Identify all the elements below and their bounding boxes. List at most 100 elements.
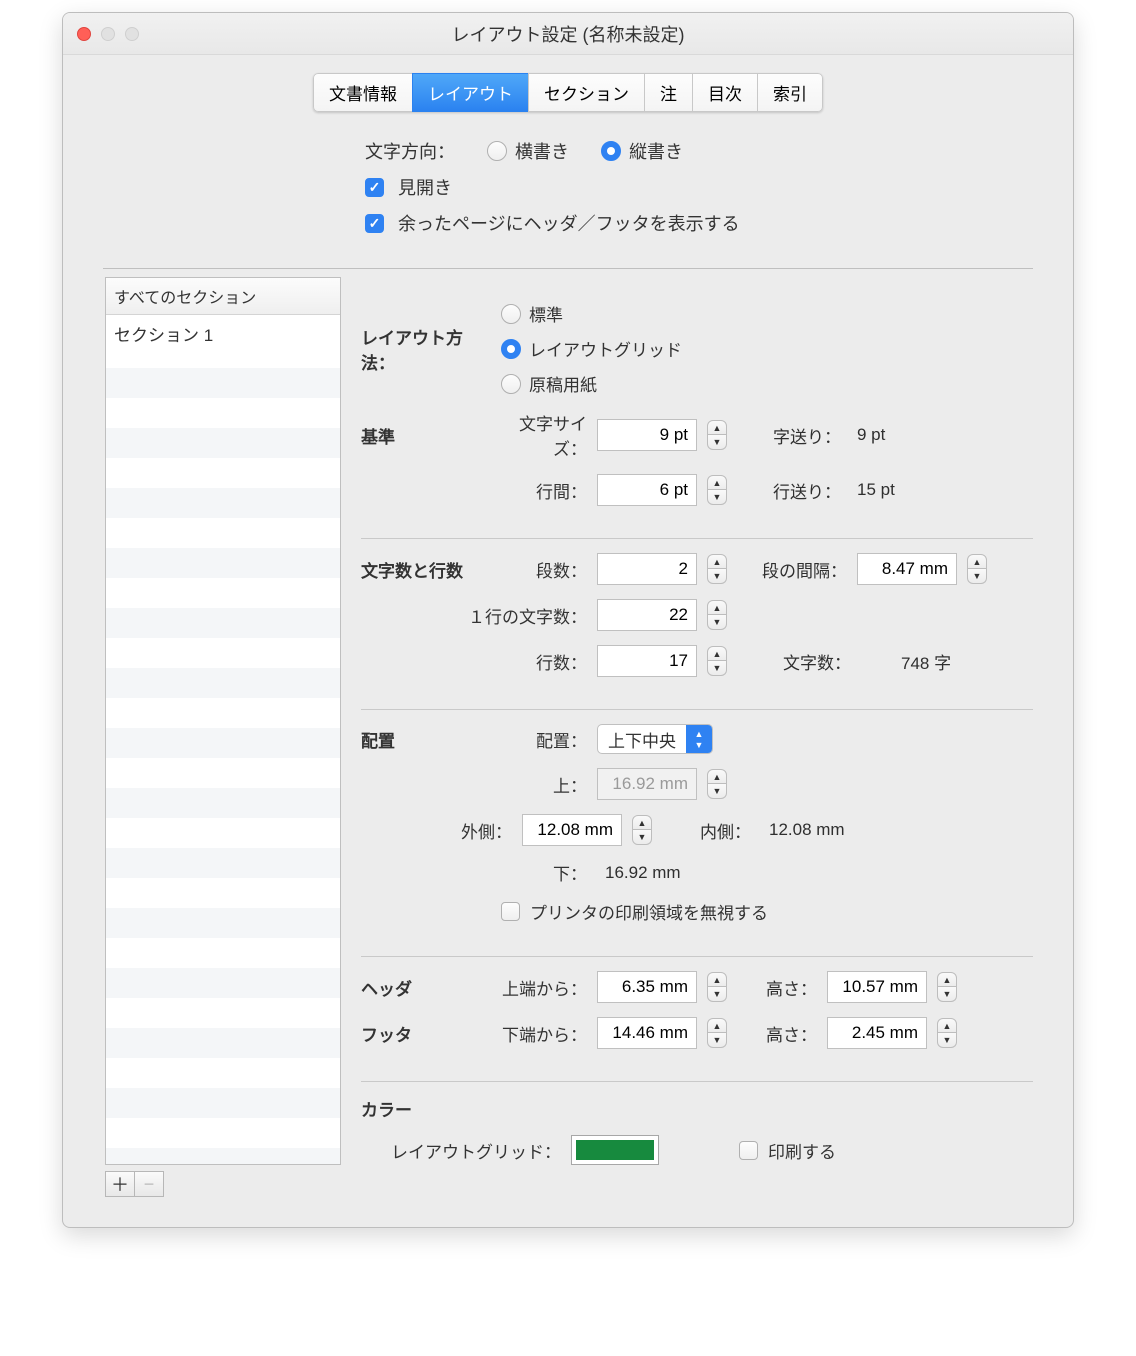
section-list-header: すべてのセクション [106, 278, 340, 315]
tab-notes[interactable]: 注 [644, 73, 693, 112]
total-chars-value: 748 字 [901, 649, 951, 674]
layout-method-manuscript[interactable]: 原稿用紙 [501, 371, 682, 396]
footer-height-input[interactable] [827, 1017, 927, 1049]
tab-section[interactable]: セクション [528, 73, 645, 112]
footer-group-label: フッタ [361, 1021, 491, 1046]
section-list-item[interactable]: セクション 1 [106, 315, 340, 352]
radio-icon [487, 141, 507, 161]
align-label: 配置： [501, 727, 587, 752]
header-from-top-label: 上端から： [501, 975, 587, 1000]
footer-from-bottom-input[interactable] [597, 1017, 697, 1049]
outer-label: 外側： [461, 818, 512, 843]
font-size-stepper[interactable]: ▲▼ [707, 420, 727, 450]
chars-label: １行の文字数： [461, 603, 587, 628]
direction-vertical-option[interactable]: 縦書き [601, 138, 683, 164]
line-gap-stepper[interactable]: ▲▼ [707, 475, 727, 505]
header-group-label: ヘッダ [361, 975, 491, 1000]
zoom-button [125, 27, 139, 41]
add-section-button[interactable]: ＋ [105, 1171, 135, 1197]
columns-label: 段数： [501, 557, 587, 582]
header-from-top-stepper[interactable]: ▲▼ [707, 972, 727, 1002]
layout-settings-window: レイアウト設定 (名称未設定) 文書情報 レイアウト セクション 注 目次 索引… [62, 12, 1074, 1228]
font-size-label: 文字サイズ： [501, 410, 587, 460]
header-from-top-input[interactable] [597, 971, 697, 1003]
align-select-value: 上下中央 [608, 727, 676, 752]
line-pitch-value: 15 pt [857, 480, 895, 500]
gutter-input[interactable] [857, 553, 957, 585]
line-gap-label: 行間： [501, 478, 587, 503]
main-panel: レイアウト方法： 標準 レイアウトグリッド 原稿用紙 [361, 277, 1073, 1197]
bottom-value: 16.92 mm [605, 863, 681, 883]
minimize-button [101, 27, 115, 41]
gutter-label: 段の間隔： [757, 557, 847, 582]
close-button[interactable] [77, 27, 91, 41]
tab-layout[interactable]: レイアウト [412, 73, 529, 112]
layout-method-standard-label: 標準 [529, 301, 563, 326]
grid-group-label: 文字数と行数 [361, 557, 491, 582]
outer-stepper[interactable]: ▲▼ [632, 815, 652, 845]
leftover-hf-checkbox[interactable]: ✓ [365, 214, 384, 233]
section-list[interactable]: すべてのセクション セクション 1 [105, 277, 341, 1165]
base-group-label: 基準 [361, 423, 491, 448]
header-height-input[interactable] [827, 971, 927, 1003]
direction-horizontal-option[interactable]: 横書き [487, 138, 569, 164]
grid-color-well[interactable] [571, 1135, 659, 1165]
char-pitch-value: 9 pt [857, 425, 885, 445]
lines-stepper[interactable]: ▲▼ [707, 646, 727, 676]
gutter-stepper[interactable]: ▲▼ [967, 554, 987, 584]
layout-method-label: レイアウト方法： [361, 324, 491, 374]
color-group-label: カラー [361, 1096, 491, 1121]
position-group-label: 配置 [361, 727, 491, 752]
lines-input[interactable] [597, 645, 697, 677]
chevron-updown-icon: ▲▼ [686, 725, 712, 753]
lines-label: 行数： [501, 649, 587, 674]
top-stepper[interactable]: ▲▼ [707, 769, 727, 799]
line-gap-input[interactable] [597, 474, 697, 506]
tab-index[interactable]: 索引 [757, 73, 823, 112]
font-size-input[interactable] [597, 419, 697, 451]
print-color-checkbox[interactable]: ✓ [739, 1141, 758, 1160]
divider [103, 268, 1033, 269]
facing-pages-checkbox[interactable]: ✓ [365, 178, 384, 197]
titlebar: レイアウト設定 (名称未設定) [63, 13, 1073, 55]
tab-toc[interactable]: 目次 [692, 73, 758, 112]
top-input [597, 768, 697, 800]
direction-horizontal-label: 横書き [515, 138, 569, 164]
traffic-lights [77, 27, 139, 41]
direction-label: 文字方向： [365, 138, 455, 164]
grid-color-label: レイアウトグリッド： [361, 1138, 561, 1163]
footer-height-stepper[interactable]: ▲▼ [937, 1018, 957, 1048]
footer-from-bottom-label: 下端から： [501, 1021, 587, 1046]
tab-doc-info[interactable]: 文書情報 [313, 73, 413, 112]
footer-from-bottom-stepper[interactable]: ▲▼ [707, 1018, 727, 1048]
char-pitch-label: 字送り： [771, 423, 841, 448]
radio-icon [501, 374, 521, 394]
ignore-printer-checkbox[interactable]: ✓ [501, 902, 520, 921]
layout-method-grid-label: レイアウトグリッド [529, 336, 682, 361]
leftover-hf-label: 余ったページにヘッダ／フッタを表示する [398, 210, 740, 236]
radio-icon [601, 141, 621, 161]
facing-pages-label: 見開き [398, 174, 452, 200]
columns-stepper[interactable]: ▲▼ [707, 554, 727, 584]
chars-stepper[interactable]: ▲▼ [707, 600, 727, 630]
section-sidebar: すべてのセクション セクション 1 ＋ − [105, 277, 341, 1197]
header-height-stepper[interactable]: ▲▼ [937, 972, 957, 1002]
direction-vertical-label: 縦書き [629, 138, 683, 164]
header-height-label: 高さ： [757, 975, 817, 1000]
radio-icon [501, 339, 521, 359]
layout-method-grid[interactable]: レイアウトグリッド [501, 336, 682, 361]
top-label: 上： [501, 772, 587, 797]
line-pitch-label: 行送り： [771, 478, 841, 503]
layout-method-standard[interactable]: 標準 [501, 301, 682, 326]
chars-input[interactable] [597, 599, 697, 631]
radio-icon [501, 304, 521, 324]
inner-value: 12.08 mm [769, 820, 845, 840]
remove-section-button[interactable]: − [134, 1171, 164, 1197]
columns-input[interactable] [597, 553, 697, 585]
layout-method-manuscript-label: 原稿用紙 [529, 371, 597, 396]
footer-height-label: 高さ： [757, 1021, 817, 1046]
bottom-label: 下： [501, 860, 587, 885]
global-options: 文字方向： 横書き 縦書き ✓ 見開き ✓ 余ったページにヘッダ／フッタを表示す… [63, 138, 1073, 268]
outer-input[interactable] [522, 814, 622, 846]
align-select[interactable]: 上下中央 ▲▼ [597, 724, 713, 754]
